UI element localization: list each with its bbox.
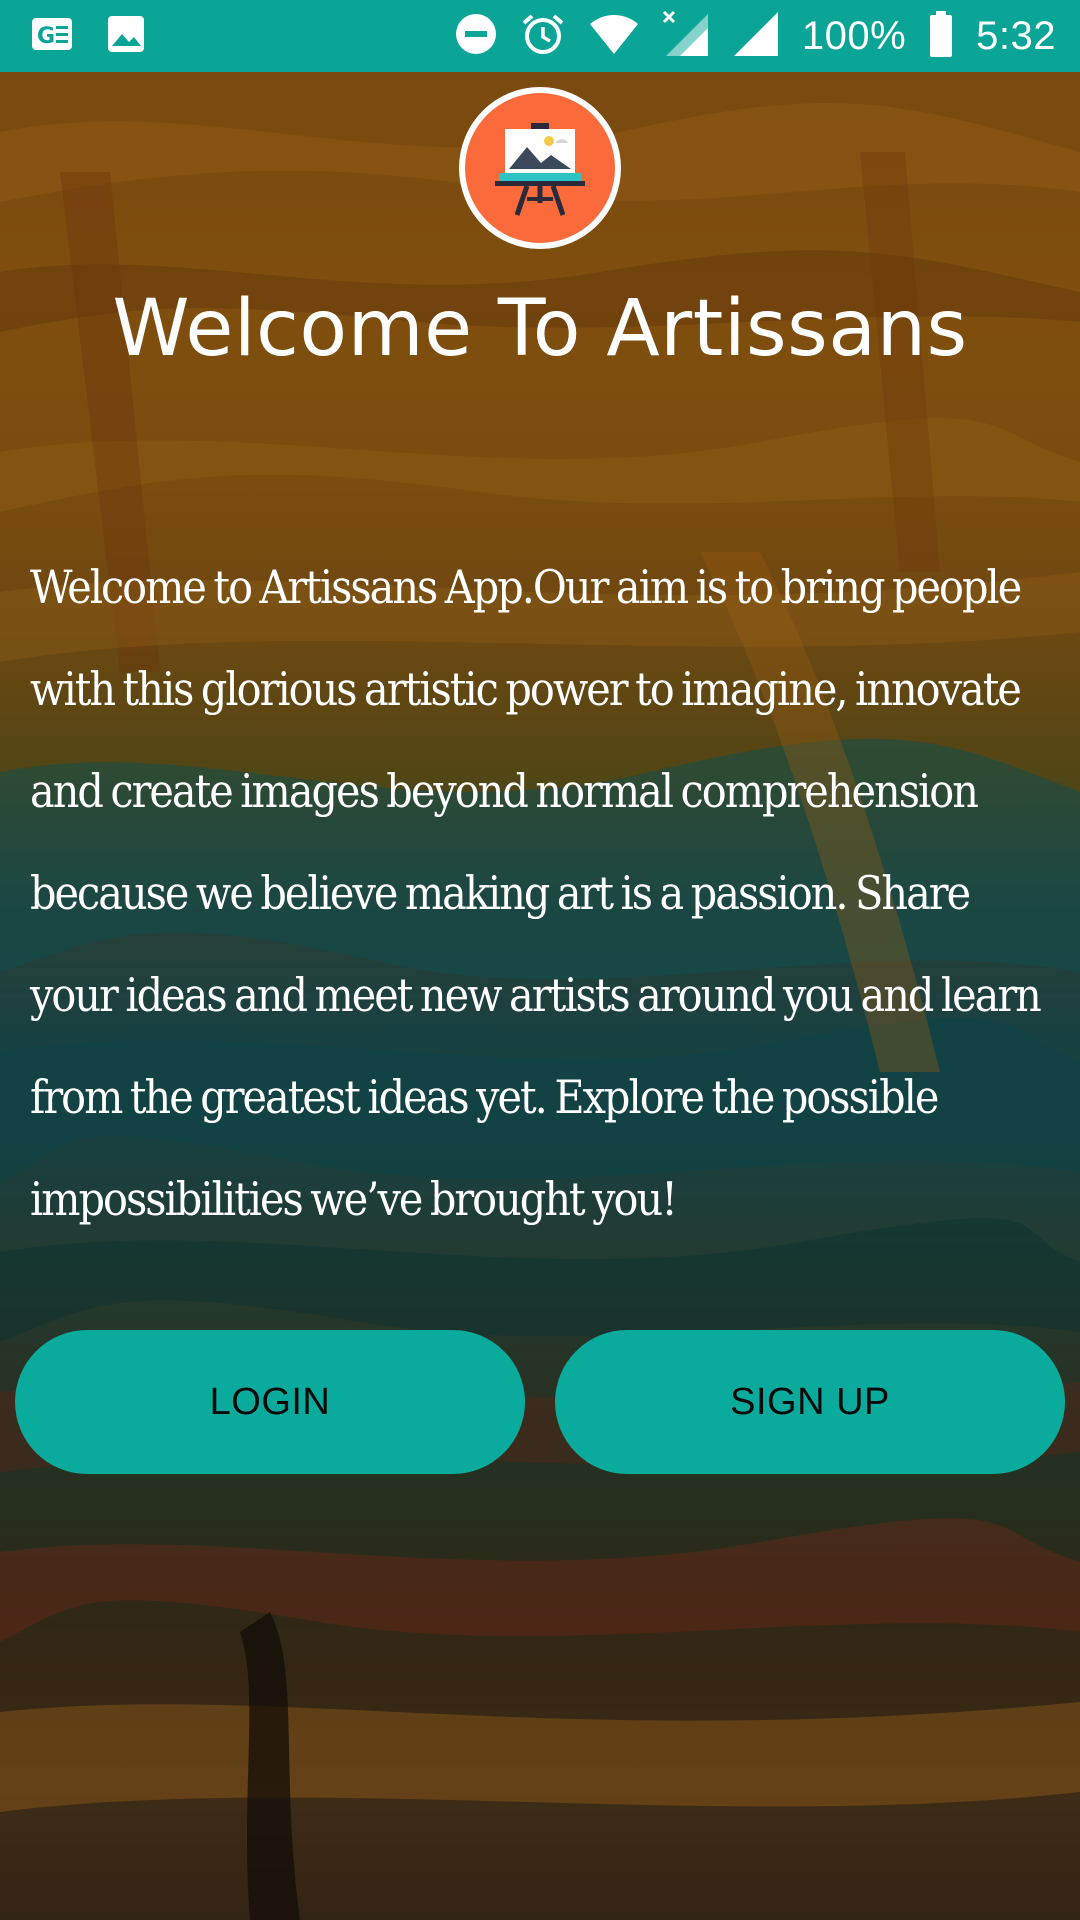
welcome-title: Welcome To Artissans bbox=[112, 284, 968, 374]
signup-button[interactable]: SIGN UP bbox=[555, 1330, 1065, 1474]
app-logo bbox=[459, 87, 621, 249]
clock-time: 5:32 bbox=[976, 13, 1056, 58]
signal-icon bbox=[732, 10, 780, 63]
do-not-disturb-icon bbox=[454, 12, 498, 61]
ge-news-icon: G bbox=[30, 12, 74, 61]
image-icon bbox=[104, 12, 148, 61]
easel-painting-icon bbox=[495, 123, 585, 216]
signal-x-icon bbox=[662, 10, 710, 63]
login-button[interactable]: LOGIN bbox=[15, 1330, 525, 1474]
status-bar: G 100% 5:32 bbox=[0, 0, 1080, 72]
battery-percent: 100% bbox=[801, 13, 907, 58]
welcome-description: Welcome to Artissans App.Our aim is to b… bbox=[30, 560, 1042, 1226]
wifi-icon bbox=[588, 12, 640, 61]
svg-text:G: G bbox=[37, 24, 55, 49]
alarm-icon bbox=[520, 11, 566, 62]
battery-icon bbox=[928, 10, 954, 63]
